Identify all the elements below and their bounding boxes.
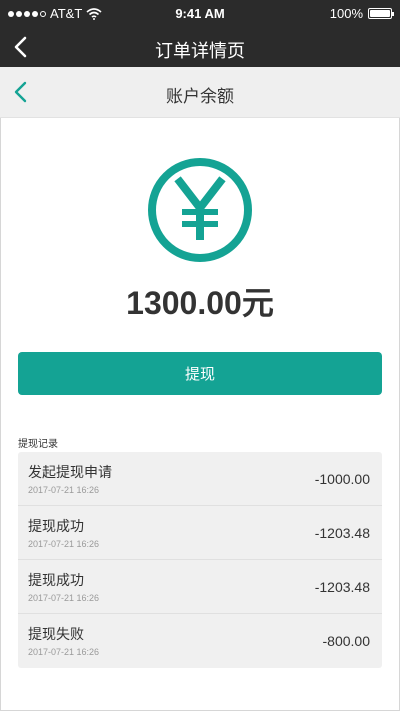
record-title: 发起提现申请 bbox=[28, 464, 112, 480]
record-amount: -800.00 bbox=[322, 633, 370, 649]
record-amount: -1203.48 bbox=[314, 525, 370, 541]
withdraw-button[interactable]: 提现 bbox=[18, 352, 382, 395]
record-title: 提现失败 bbox=[28, 626, 84, 642]
withdraw-record-list: 发起提现申请 2017-07-21 16:26 -1000.00 提现成功 20… bbox=[18, 452, 382, 668]
record-date: 2017-07-21 16:26 bbox=[28, 485, 100, 495]
record-item[interactable]: 提现失败 2017-07-21 16:26 -800.00 bbox=[18, 614, 382, 667]
battery-icon bbox=[368, 8, 394, 19]
balance-amount: 1300.00元 bbox=[126, 285, 274, 321]
yen-icon bbox=[148, 158, 252, 262]
record-date: 2017-07-21 16:26 bbox=[28, 539, 100, 549]
status-bar: AT&T 9:41 AM 100% bbox=[0, 0, 400, 27]
navigation-bar: 订单详情页 bbox=[0, 27, 400, 67]
sub-header: 账户余额 bbox=[0, 67, 400, 118]
page-title: 订单详情页 bbox=[155, 41, 245, 61]
record-date: 2017-07-21 16:26 bbox=[28, 647, 100, 657]
battery-percent: 100% bbox=[329, 6, 363, 21]
record-amount: -1203.48 bbox=[314, 579, 370, 595]
sub-header-title: 账户余额 bbox=[166, 87, 234, 106]
record-item[interactable]: 发起提现申请 2017-07-21 16:26 -1000.00 bbox=[18, 452, 382, 506]
record-title: 提现成功 bbox=[28, 518, 84, 534]
record-item[interactable]: 提现成功 2017-07-21 16:26 -1203.48 bbox=[18, 506, 382, 560]
records-label: 提现记录 bbox=[18, 439, 58, 450]
record-date: 2017-07-21 16:26 bbox=[28, 593, 100, 603]
record-amount: -1000.00 bbox=[314, 471, 370, 487]
record-title: 提现成功 bbox=[28, 572, 84, 588]
record-item[interactable]: 提现成功 2017-07-21 16:26 -1203.48 bbox=[18, 560, 382, 614]
status-right: 100% bbox=[329, 6, 394, 21]
